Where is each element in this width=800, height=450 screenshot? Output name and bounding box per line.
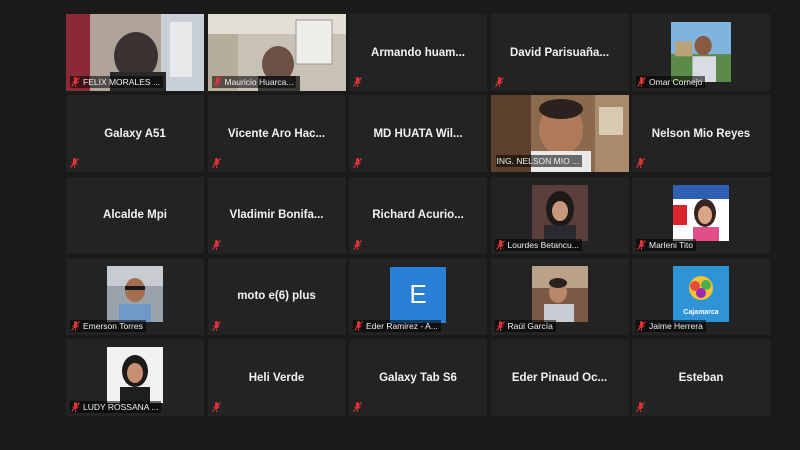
participant-photo — [671, 22, 731, 82]
muted-mic-icon — [495, 320, 505, 331]
cajamarca-logo: Cajamarca — [673, 265, 729, 322]
participant-name-label: ING. NELSON MIO ... — [495, 155, 583, 168]
participant-tile-galaxy-a51[interactable]: Galaxy A51 — [66, 95, 204, 173]
muted-mic-icon — [494, 77, 504, 87]
muted-mic-icon — [70, 158, 79, 169]
participant-name-label: Emerson Torres — [70, 319, 146, 332]
participant-tile-heli-verde[interactable]: Heli Verde — [207, 339, 346, 416]
participant-name: MD HUATA Wil... — [373, 127, 463, 140]
participant-name: Nelson Mio Reyes — [651, 127, 751, 140]
participant-tile-mauricio-huarca[interactable]: Mauricio Huarca... — [207, 14, 346, 91]
muted-mic-icon — [211, 239, 221, 250]
participant-tile-armando[interactable]: Armando huam... — [349, 14, 487, 91]
participant-name: FELIX MORALES ... — [83, 77, 160, 87]
participant-tile-david[interactable]: David Parisuaña... — [490, 14, 629, 91]
participant-name: Emerson Torres — [83, 320, 143, 331]
participant-tile-alcalde-mpi[interactable]: Alcalde Mpi — [66, 176, 204, 254]
participant-photo — [531, 184, 588, 241]
logo-text: Cajamarca — [683, 309, 719, 316]
participant-tile-galaxy-tab-s6[interactable]: Galaxy Tab S6 — [349, 339, 487, 416]
participant-name-label: Jaime Herrera — [636, 319, 706, 332]
participant-name-label: Omar Cornejo — [636, 76, 706, 88]
muted-mic-icon — [353, 402, 362, 412]
participant-name: Heli Verde — [248, 371, 305, 384]
participant-name: David Parisuaña... — [509, 46, 610, 59]
participant-photo — [531, 265, 588, 322]
participant-name: LUDY ROSSANA ... — [83, 402, 159, 412]
participant-name: moto e(6) plus — [237, 290, 316, 303]
participant-photo — [673, 184, 729, 241]
participant-tile-moto-e6[interactable]: moto e(6) plus — [207, 257, 346, 335]
participant-name: Vicente Aro Hac... — [227, 127, 326, 140]
participant-name: Eder Pinaud Oc... — [511, 371, 608, 384]
participant-name-label: FELIX MORALES ... — [70, 76, 163, 88]
muted-mic-icon — [354, 320, 363, 331]
video-grid: FELIX MORALES ... Mauricio Huarca... Arm… — [66, 14, 770, 420]
participant-tile-nelson-mio-reyes[interactable]: Nelson Mio Reyes — [632, 95, 770, 173]
muted-mic-icon — [353, 239, 362, 250]
participant-name: Lourdes Betancu... — [507, 239, 579, 250]
participant-tile-vladimir[interactable]: Vladimir Bonifa... — [207, 176, 346, 254]
participant-name: Eder Ramirez - A... — [366, 320, 438, 331]
participant-name: Marleni Tito — [649, 239, 693, 250]
letter-avatar: E — [390, 266, 446, 323]
participant-tile-emerson-torres[interactable]: Emerson Torres — [66, 257, 204, 335]
participant-name: Armando huam... — [371, 46, 465, 59]
muted-mic-icon — [636, 158, 645, 169]
muted-mic-icon — [211, 158, 221, 169]
participant-tile-esteban[interactable]: Esteban — [632, 339, 770, 416]
participant-tile-lourdes[interactable]: Lourdes Betancu... — [490, 176, 629, 254]
participant-tile-jaime-herrera[interactable]: Cajamarca Jaime Herrera — [632, 257, 770, 335]
participant-name: Alcalde Mpi — [103, 209, 167, 221]
muted-mic-icon — [211, 320, 221, 331]
participant-name-label: Mauricio Huarca... — [211, 76, 297, 88]
participant-tile-nelson-mio-speaking[interactable]: ING. NELSON MIO ... — [490, 95, 629, 173]
participant-tile-marleni-tito[interactable]: Marleni Tito — [632, 176, 770, 254]
participant-name-label: Raúl García — [494, 319, 556, 332]
participant-name-label: Marleni Tito — [636, 238, 696, 251]
muted-mic-icon — [353, 77, 362, 87]
participant-photo — [107, 347, 163, 403]
muted-mic-icon — [71, 402, 80, 412]
participant-tile-omar-cornejo[interactable]: Omar Cornejo — [632, 14, 770, 91]
muted-mic-icon — [495, 239, 505, 250]
muted-mic-icon — [353, 158, 362, 169]
participant-name: Galaxy A51 — [104, 127, 166, 140]
participant-tile-felix-morales[interactable]: FELIX MORALES ... — [66, 14, 204, 91]
muted-mic-icon — [71, 320, 80, 331]
participant-photo — [107, 265, 163, 322]
participant-tile-md-huata[interactable]: MD HUATA Wil... — [349, 95, 487, 173]
participant-tile-ludy-rossana[interactable]: LUDY ROSSANA ... — [66, 339, 204, 416]
muted-mic-icon — [637, 77, 646, 87]
participant-name: Jaime Herrera — [649, 320, 703, 331]
participant-name: Raúl García — [507, 320, 553, 331]
muted-mic-icon — [637, 320, 646, 331]
participant-name: Galaxy Tab S6 — [379, 371, 457, 384]
muted-mic-icon — [637, 239, 646, 250]
muted-mic-icon — [636, 402, 645, 412]
muted-mic-icon — [71, 77, 80, 87]
participant-tile-richard-acurio[interactable]: Richard Acurio... — [349, 176, 487, 254]
participant-tile-raul-garcia[interactable]: Raúl García — [490, 257, 629, 335]
muted-mic-icon — [212, 77, 222, 87]
participant-tile-eder-pinaud[interactable]: Eder Pinaud Oc... — [490, 339, 629, 416]
participant-name: ING. NELSON MIO ... — [496, 156, 580, 167]
participant-name: Richard Acurio... — [372, 209, 464, 221]
participant-name-label: LUDY ROSSANA ... — [70, 401, 162, 413]
participant-name-label: Eder Ramirez - A... — [353, 319, 441, 332]
muted-mic-icon — [211, 402, 221, 412]
participant-tile-vicente-aro[interactable]: Vicente Aro Hac... — [207, 95, 346, 173]
participant-name: Esteban — [678, 371, 724, 384]
participant-name: Vladimir Bonifa... — [229, 209, 324, 221]
participant-tile-eder-ramirez[interactable]: E Eder Ramirez - A... — [349, 257, 487, 335]
participant-name: Omar Cornejo — [649, 77, 703, 87]
participant-name: Mauricio Huarca... — [224, 77, 294, 87]
participant-name-label: Lourdes Betancu... — [494, 238, 582, 251]
